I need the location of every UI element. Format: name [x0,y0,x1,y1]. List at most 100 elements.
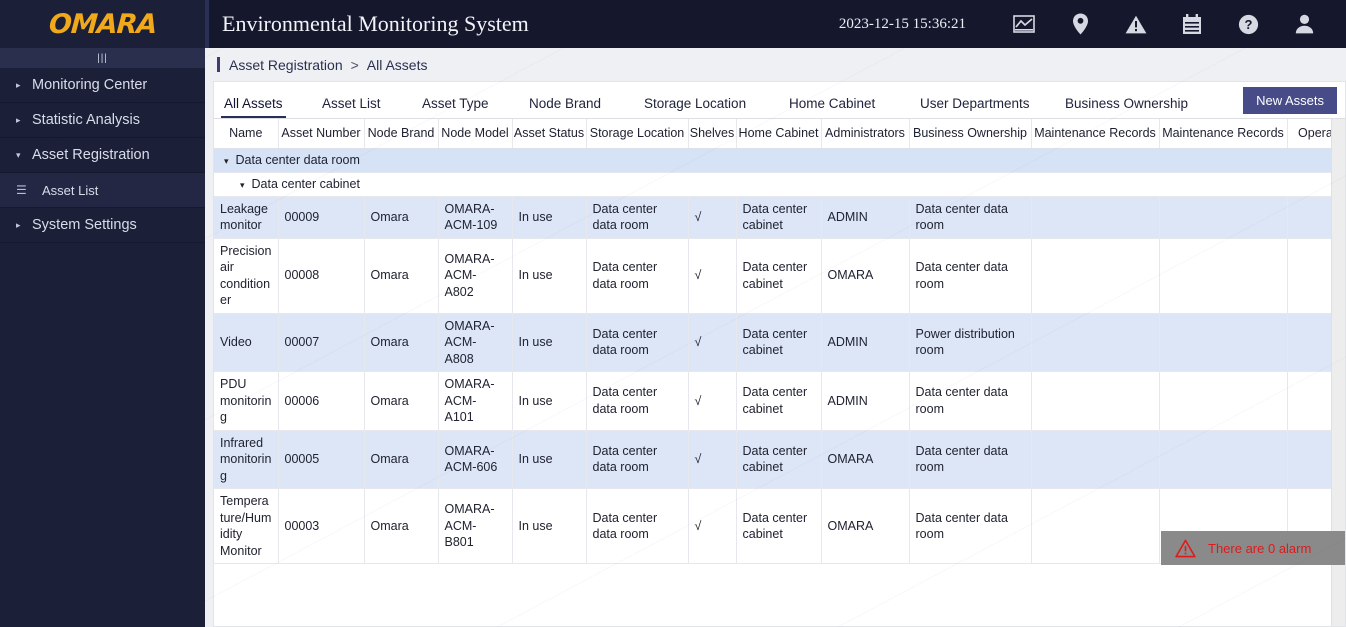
sidebar-item-monitoring-center[interactable]: ▸ Monitoring Center [0,68,205,103]
svg-text:?: ? [1244,17,1252,32]
column-header-home-cabinet[interactable]: Home Cabinet [736,119,822,149]
tab-business-ownership[interactable]: Business Ownership [1065,96,1188,118]
table-row[interactable]: Precision air conditioner 00008 Omara OM… [214,238,1345,314]
location-pin-icon[interactable] [1052,0,1108,48]
sidebar-item-asset-registration[interactable]: ▾ Asset Registration [0,138,205,173]
sidebar-item-asset-list[interactable]: ☰ Asset List [0,173,205,208]
cell-node-brand: Omara [364,488,439,564]
sidebar-item-statistic-analysis[interactable]: ▸ Statistic Analysis [0,103,205,138]
group-row-label: Data center data room [235,152,360,167]
column-header-business-ownership[interactable]: Business Ownership [909,119,1032,149]
sidebar-item-label: Asset Registration [32,147,150,163]
cell-business-ownership: Data center data room [909,430,1032,489]
column-header-storage-location[interactable]: Storage Location [586,119,689,149]
tab-node-brand[interactable]: Node Brand [529,96,601,118]
column-header-maintenance-records-2[interactable]: Maintenance Records [1159,119,1288,149]
asset-table-header: Name Asset Number Node Brand Node Model … [214,119,1345,149]
cell-name: Infrared monitoring [214,430,279,489]
calendar-icon[interactable] [1164,0,1220,48]
column-header-shelves[interactable]: Shelves [688,119,737,149]
cell-node-model: OMARA-ACM-109 [438,196,513,239]
cell-maintenance-records-2 [1159,196,1288,239]
table-row[interactable]: Video 00007 Omara OMARA-ACM-A808 In use … [214,313,1345,372]
sidebar-collapse-handle[interactable]: ||| [0,48,205,68]
table-group-row[interactable]: ▾ Data center data room [214,148,1345,173]
cell-node-brand: Omara [364,238,439,314]
tab-home-cabinet[interactable]: Home Cabinet [789,96,875,118]
cell-asset-number: 00007 [278,313,365,372]
table-group-row[interactable]: ▾ Data center cabinet [214,172,1345,197]
group-row-cell[interactable]: ▾ Data center cabinet [214,172,1345,197]
cell-shelves: √ [688,238,737,314]
alarm-warning-icon[interactable] [1108,0,1164,48]
cell-storage-location: Data center data room [586,313,689,372]
breadcrumb-separator: > [350,56,359,73]
cell-asset-status: In use [512,196,587,239]
column-header-name[interactable]: Name [214,119,279,149]
column-header-maintenance-records-1[interactable]: Maintenance Records [1031,119,1160,149]
page-title: Environmental Monitoring System [222,11,529,36]
application-root: OMARA ||| ▸ Monitoring Center ▸ Statisti… [0,0,1346,627]
tab-asset-list[interactable]: Asset List [322,96,381,118]
cell-administrators: ADMIN [821,313,910,372]
table-row[interactable]: Leakage monitor 00009 Omara OMARA-ACM-10… [214,196,1345,239]
asset-table: Name Asset Number Node Brand Node Model … [214,119,1345,564]
breadcrumb-accent [217,57,220,72]
new-assets-button[interactable]: New Assets [1243,87,1337,114]
cell-shelves: √ [688,488,737,564]
cell-name: Precision air conditioner [214,238,279,314]
table-row[interactable]: Infrared monitoring 00005 Omara OMARA-AC… [214,430,1345,489]
group-row-label: Data center cabinet [251,176,360,191]
cell-administrators: OMARA [821,488,910,564]
sidebar-collapse-glyph: ||| [97,52,108,64]
asset-table-scroll-container[interactable]: Name Asset Number Node Brand Node Model … [214,119,1345,626]
user-profile-icon[interactable] [1276,0,1332,48]
content-area: Asset Registration > All Assets All Asse… [205,48,1346,627]
tab-storage-location[interactable]: Storage Location [644,96,746,118]
sidebar-item-label: Monitoring Center [32,77,148,93]
cell-home-cabinet: Data center cabinet [736,196,822,239]
cell-asset-status: In use [512,371,587,431]
alarm-toast-text: There are 0 alarm [1208,540,1312,556]
cell-shelves: √ [688,196,737,239]
breadcrumb-parent[interactable]: Asset Registration [229,57,343,73]
tab-bar: All Assets Asset List Asset Type Node Br… [214,82,1345,119]
table-row[interactable]: PDU monitoring 00006 Omara OMARA-ACM-A10… [214,371,1345,431]
chevron-right-icon: ▸ [16,79,21,90]
cell-name: PDU monitoring [214,371,279,431]
tab-user-departments[interactable]: User Departments [920,96,1030,118]
omara-logo: OMARA [47,8,158,40]
group-row-cell[interactable]: ▾ Data center data room [214,148,1345,173]
cell-administrators: OMARA [821,430,910,489]
cell-node-brand: Omara [364,313,439,372]
asset-panel: All Assets Asset List Asset Type Node Br… [213,81,1346,627]
column-header-administrators[interactable]: Administrators [821,119,910,149]
cell-administrators: ADMIN [821,196,910,239]
help-question-icon[interactable]: ? [1220,0,1276,48]
cell-asset-status: In use [512,430,587,489]
column-header-asset-number[interactable]: Asset Number [278,119,365,149]
cell-business-ownership: Data center data room [909,196,1032,239]
cell-storage-location: Data center data room [586,488,689,564]
cell-asset-number: 00006 [278,371,365,431]
cell-maintenance-records-1 [1031,488,1160,564]
cell-asset-number: 00009 [278,196,365,239]
column-header-node-brand[interactable]: Node Brand [364,119,439,149]
cell-maintenance-records-1 [1031,196,1160,239]
cell-asset-status: In use [512,238,587,314]
column-header-asset-status[interactable]: Asset Status [512,119,587,149]
trend-chart-icon[interactable] [996,0,1052,48]
tab-all-assets[interactable]: All Assets [221,96,286,118]
cell-node-brand: Omara [364,196,439,239]
alarm-toast[interactable]: There are 0 alarm [1161,531,1345,565]
cell-business-ownership: Data center data room [909,238,1032,314]
cell-home-cabinet: Data center cabinet [736,313,822,372]
column-header-node-model[interactable]: Node Model [438,119,513,149]
sidebar-item-label: System Settings [32,217,137,233]
tab-asset-type[interactable]: Asset Type [422,96,489,118]
cell-name: Video [214,313,279,372]
scrollbar-thumb[interactable] [1334,121,1344,271]
chevron-down-icon[interactable]: ▾ [240,180,245,190]
sidebar-item-system-settings[interactable]: ▸ System Settings [0,208,205,243]
chevron-down-icon[interactable]: ▾ [224,156,229,166]
